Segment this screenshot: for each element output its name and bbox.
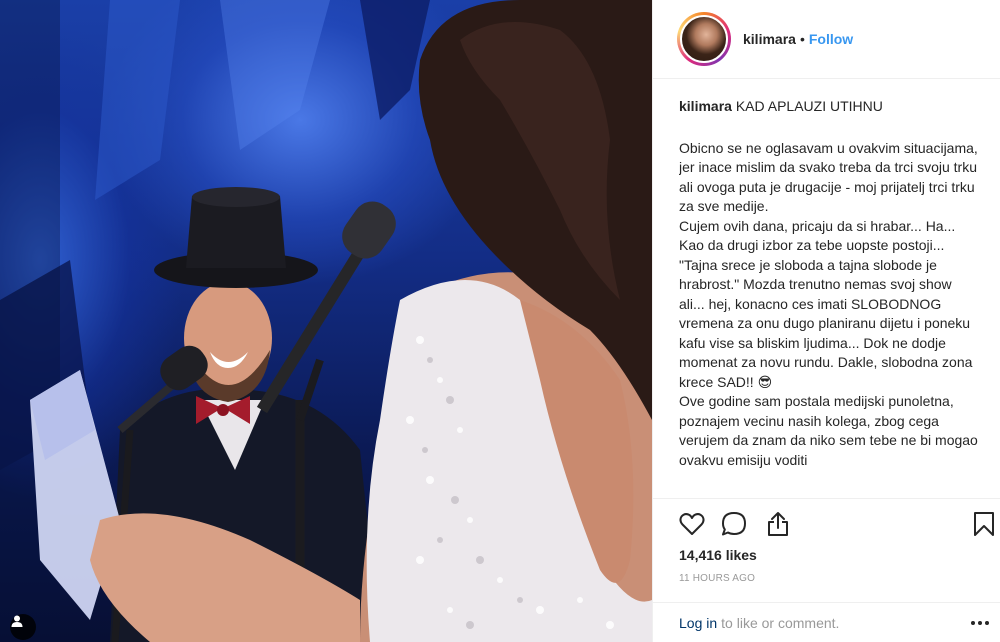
post-caption: kilimara KAD APLAUZI UTIHNU Obicno se ne… <box>679 97 979 498</box>
caption-paragraph-2: Cujem ovih dana, pricaju da si hrabar...… <box>679 217 973 390</box>
avatar[interactable] <box>680 15 728 63</box>
caption-paragraph-3: Ove godine sam postala medijski punoletn… <box>679 393 978 468</box>
stage-photo-illustration <box>0 0 652 642</box>
login-link[interactable]: Log in <box>679 615 717 631</box>
comment-bar: Log in to like or comment. <box>653 602 1000 642</box>
share-icon[interactable] <box>763 509 793 539</box>
more-options-icon[interactable] <box>967 611 993 635</box>
login-prompt: to like or comment. <box>721 614 840 631</box>
caption-title-line: kilimara KAD APLAUZI UTIHNU <box>679 97 979 117</box>
likes-count[interactable]: 14,416 likes <box>679 547 757 563</box>
comment-icon[interactable] <box>719 509 749 539</box>
tagged-users-icon[interactable] <box>10 614 36 640</box>
post-header: kilimara • Follow <box>653 0 1000 79</box>
post-details-panel: kilimara • Follow kilimara KAD APLAUZI U… <box>652 0 1000 642</box>
header-separator: • <box>799 31 805 47</box>
follow-button[interactable]: Follow <box>809 31 853 47</box>
post-photo[interactable] <box>0 0 652 642</box>
bookmark-icon[interactable] <box>969 509 999 539</box>
header-username[interactable]: kilimara <box>743 31 796 47</box>
actions-bar <box>653 498 1000 551</box>
post-timestamp[interactable]: 11 HOURS AGO <box>679 573 755 584</box>
story-ring[interactable] <box>677 12 731 66</box>
caption-username[interactable]: kilimara <box>679 98 732 114</box>
heart-icon[interactable] <box>677 509 707 539</box>
caption-paragraph-1: Obicno se ne oglasavam u ovakvim situaci… <box>679 139 978 215</box>
caption-title: KAD APLAUZI UTIHNU <box>735 98 883 114</box>
